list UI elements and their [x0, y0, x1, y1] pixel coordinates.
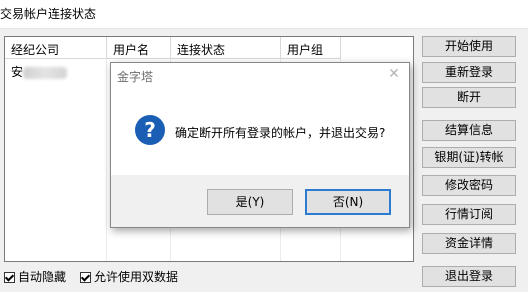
- window-titlebar: 交易帐户连接状态: [0, 0, 528, 29]
- column-header-username[interactable]: 用户名: [107, 37, 171, 59]
- broker-cell: 安: [11, 65, 24, 79]
- dialog-title: 金字塔: [117, 70, 154, 84]
- auto-hide-checkbox[interactable]: 自动隐藏: [4, 268, 66, 285]
- dialog-titlebar: 金字塔 ✕: [111, 63, 409, 87]
- checkbox-checked-icon[interactable]: [80, 272, 91, 283]
- column-header-status[interactable]: 连接状态: [171, 37, 281, 59]
- settlement-info-button[interactable]: 结算信息: [422, 120, 516, 141]
- fund-details-button[interactable]: 资金详情: [422, 233, 516, 254]
- column-divider: [106, 59, 107, 261]
- bank-transfer-button[interactable]: 银期(证)转帐: [422, 147, 516, 168]
- redacted-text: [23, 66, 68, 79]
- table-row[interactable]: 安: [11, 63, 68, 80]
- disconnect-button[interactable]: 断开: [422, 87, 516, 108]
- question-icon: ?: [135, 115, 165, 145]
- yes-button[interactable]: 是(Y): [207, 189, 293, 215]
- checkbox-checked-icon[interactable]: [4, 272, 15, 283]
- logout-button[interactable]: 退出登录: [422, 266, 516, 287]
- change-password-button[interactable]: 修改密码: [422, 175, 516, 196]
- window-title: 交易帐户连接状态: [0, 7, 97, 21]
- dialog-body: ? 确定断开所有登录的帐户，并退出交易?: [111, 87, 409, 175]
- relogin-button[interactable]: 重新登录: [422, 62, 516, 83]
- column-header-broker[interactable]: 经纪公司: [5, 37, 107, 59]
- quote-subscription-button[interactable]: 行情订阅: [422, 204, 516, 225]
- dialog-message: 确定断开所有登录的帐户，并退出交易?: [175, 126, 386, 140]
- close-icon[interactable]: ✕: [387, 67, 401, 81]
- auto-hide-label: 自动隐藏: [18, 270, 67, 284]
- column-header-group[interactable]: 用户组: [281, 37, 341, 59]
- dual-data-checkbox[interactable]: 允许使用双数据: [80, 268, 178, 285]
- dual-data-label: 允许使用双数据: [94, 270, 179, 284]
- confirm-dialog: 金字塔 ✕ ? 确定断开所有登录的帐户，并退出交易? 是(Y) 否(N): [110, 62, 410, 228]
- start-button[interactable]: 开始使用: [422, 36, 516, 57]
- no-button[interactable]: 否(N): [305, 189, 391, 215]
